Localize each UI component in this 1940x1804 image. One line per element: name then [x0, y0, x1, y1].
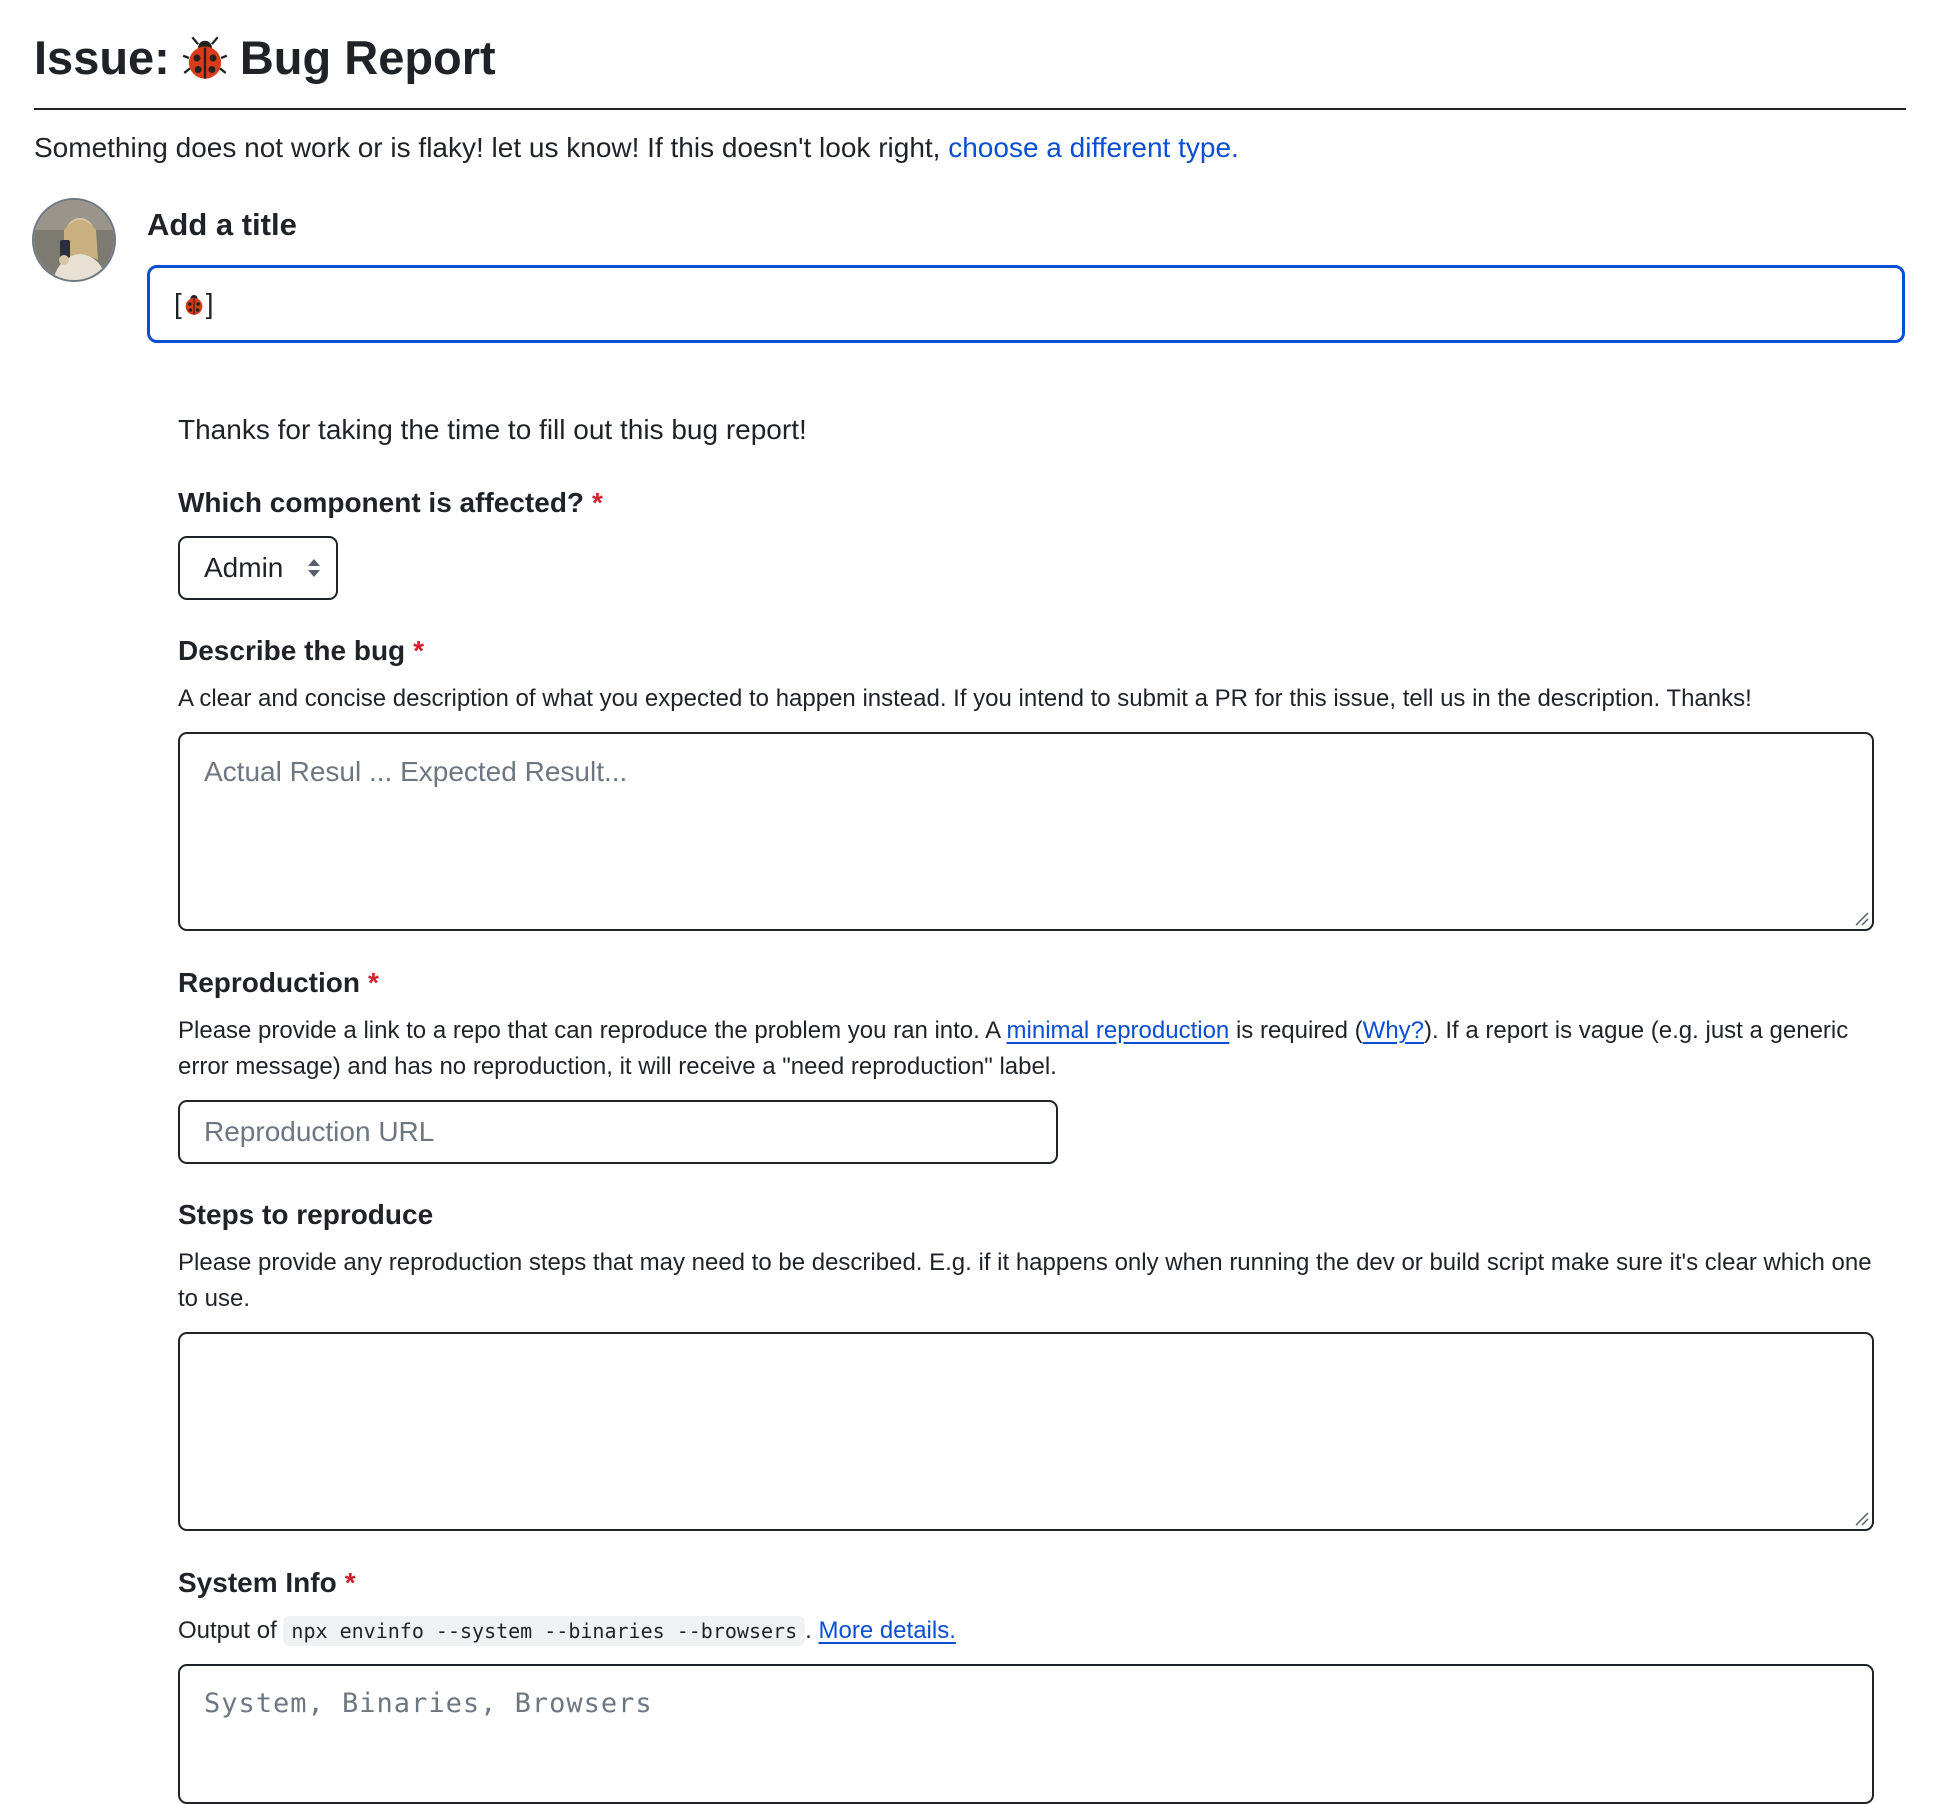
system-info-description: Output of npx envinfo --system --binarie… [178, 1613, 1878, 1649]
system-info-label-text: System Info [178, 1567, 337, 1598]
describe-label: Describe the bug * [178, 631, 424, 671]
resize-handle-icon[interactable] [1852, 909, 1870, 927]
steps-label-text: Steps to reproduce [178, 1199, 434, 1230]
bug-report-page: Issue: Bug Report Something does not wor… [0, 0, 1940, 1804]
required-marker: * [368, 967, 379, 998]
title-divider [34, 108, 1906, 110]
reproduction-url-input[interactable]: Reproduction URL [178, 1100, 1058, 1164]
minimal-reproduction-link[interactable]: minimal reproduction [1007, 1017, 1230, 1044]
title-value-suffix: ] [205, 288, 214, 319]
intro-description: Something does not work or is flaky! let… [34, 132, 949, 163]
system-info-label: System Info * [178, 1563, 356, 1603]
issue-title-input[interactable]: [ ] [147, 265, 1905, 343]
system-info-desc-before: Output of [178, 1617, 284, 1644]
title-value-prefix: [ [174, 288, 182, 319]
steps-textarea[interactable] [178, 1332, 1874, 1531]
choose-type-link[interactable]: choose a different type. [948, 132, 1239, 163]
component-label: Which component is affected? * [178, 483, 603, 523]
required-marker: * [413, 635, 425, 666]
ladybug-icon [182, 36, 228, 79]
system-info-textarea[interactable]: System, Binaries, Browsers [178, 1664, 1874, 1804]
system-info-desc-mid: . [805, 1617, 819, 1644]
intro-text: Something does not work or is flaky! let… [34, 128, 1239, 168]
page-title: Issue: Bug Report [34, 30, 496, 86]
component-select-value: Admin [204, 552, 284, 583]
steps-label: Steps to reproduce [178, 1195, 433, 1235]
reproduction-desc-before: Please provide a link to a repo that can… [178, 1017, 1007, 1044]
describe-description: A clear and concise description of what … [178, 685, 1752, 712]
reproduction-label-text: Reproduction [178, 967, 360, 998]
title-field-label: Add a title [147, 207, 297, 242]
why-link[interactable]: Why? [1363, 1017, 1424, 1044]
resize-handle-icon[interactable] [1852, 1509, 1870, 1527]
page-title-text: Bug Report [239, 31, 496, 84]
more-details-link[interactable]: More details. [818, 1617, 955, 1644]
reproduction-url-placeholder: Reproduction URL [204, 1116, 435, 1147]
reproduction-label: Reproduction * [178, 963, 379, 1003]
describe-placeholder: Actual Resul ... Expected Result... [204, 756, 628, 787]
steps-description: Please provide any reproduction steps th… [178, 1249, 1872, 1312]
required-marker: * [344, 1567, 356, 1598]
reproduction-desc-mid: is required ( [1229, 1017, 1363, 1044]
component-label-text: Which component is affected? [178, 487, 585, 518]
system-info-placeholder: System, Binaries, Browsers [204, 1688, 653, 1719]
avatar-image [34, 200, 114, 280]
envinfo-command: npx envinfo --system --binaries --browse… [283, 1616, 806, 1646]
required-marker: * [592, 487, 603, 518]
describe-textarea[interactable]: Actual Resul ... Expected Result... [178, 732, 1874, 931]
reproduction-description: Please provide a link to a repo that can… [178, 1013, 1888, 1085]
ladybug-icon [185, 295, 203, 315]
avatar[interactable] [32, 198, 116, 282]
page-title-prefix: Issue: [34, 31, 170, 84]
component-select[interactable]: Admin [178, 536, 338, 600]
describe-label-text: Describe the bug [178, 635, 406, 666]
thanks-text: Thanks for taking the time to fill out t… [178, 414, 807, 445]
select-arrows-icon [308, 559, 320, 577]
